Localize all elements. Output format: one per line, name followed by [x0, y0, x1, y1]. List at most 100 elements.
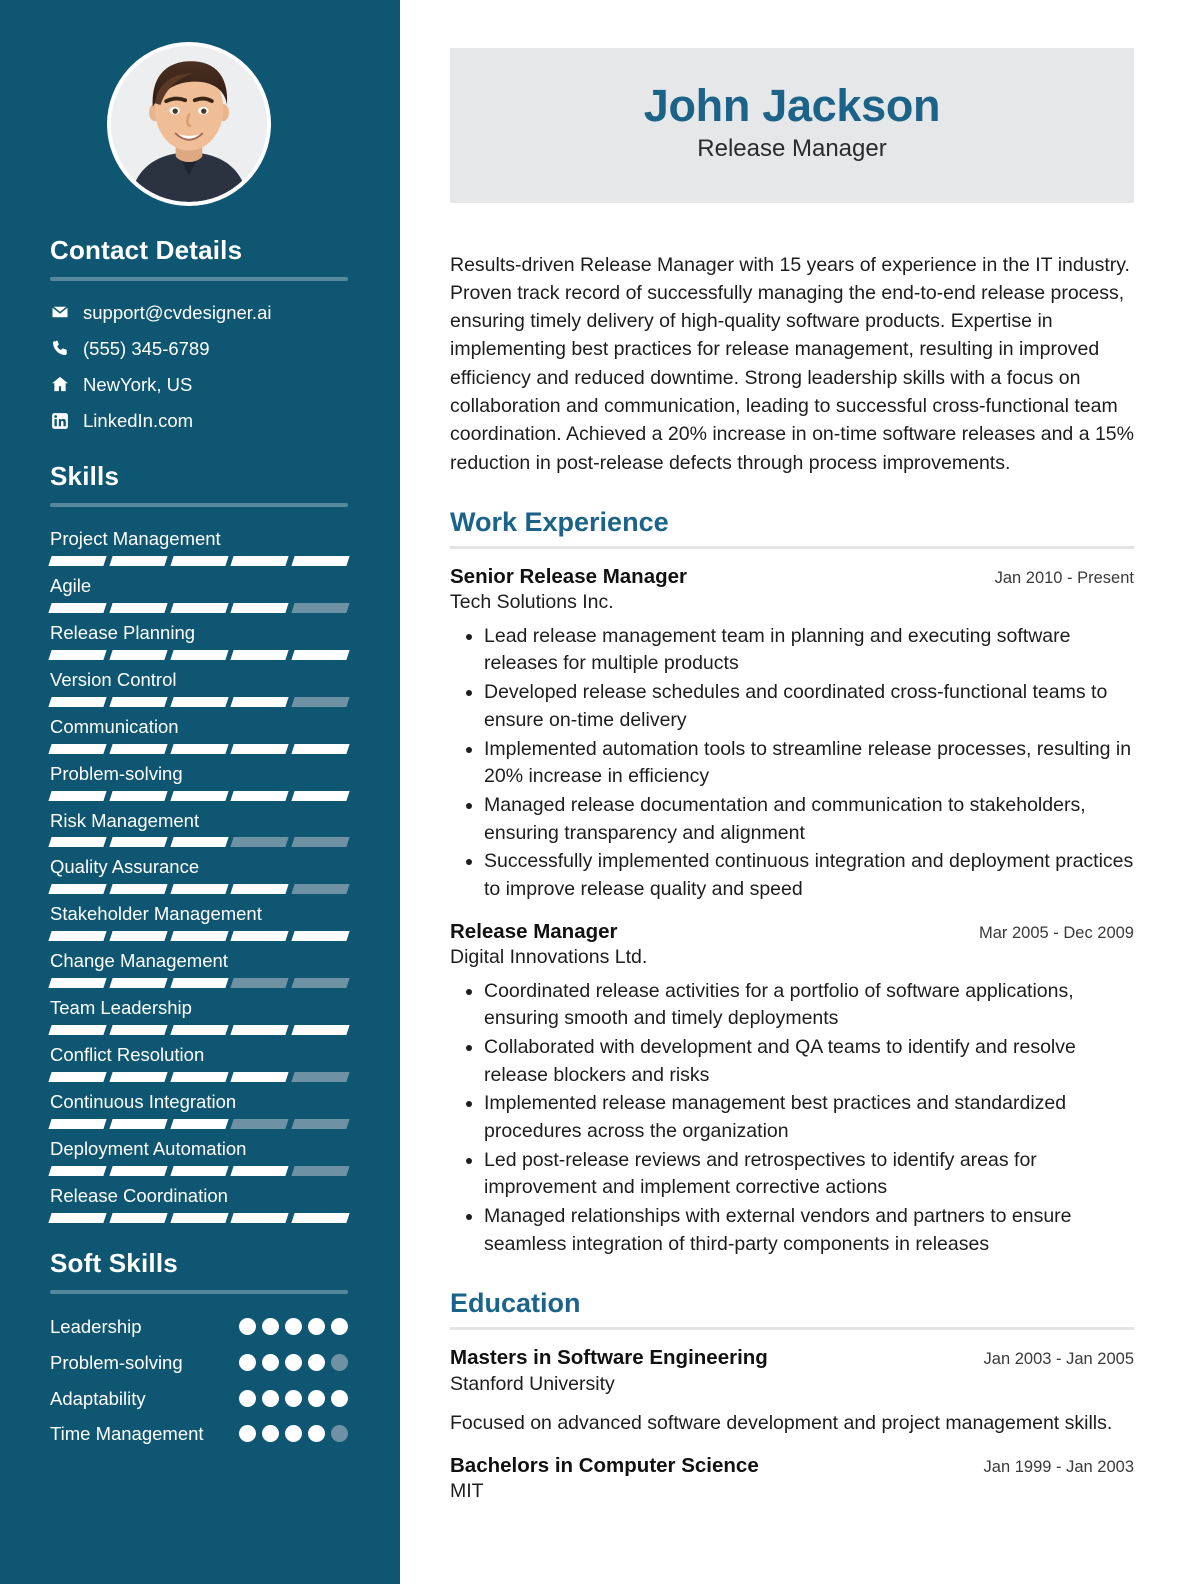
skill-bar-segment	[109, 555, 168, 566]
skill-bar-segment	[109, 1166, 168, 1177]
skill-bar-segment	[169, 978, 229, 989]
work-entry-bullets: Lead release management team in planning…	[450, 623, 1134, 904]
rating-dot	[239, 1389, 256, 1407]
rating-dot	[308, 1353, 325, 1371]
skill-bar-segment	[48, 555, 107, 566]
skill-bar-segment	[169, 1119, 229, 1130]
skill-bar-segment	[169, 884, 229, 895]
skill-bar-segment	[169, 1072, 229, 1083]
work-entry-role: Release Manager	[450, 919, 618, 943]
list-item: Coordinated release activities for a por…	[484, 978, 1134, 1033]
work-entry-header: Release Manager Mar 2005 - Dec 2009	[450, 920, 1134, 945]
work-entry-date: Mar 2005 - Dec 2009	[978, 923, 1134, 942]
rating-dot	[331, 1389, 348, 1407]
skill-label: Release Coordination	[50, 1185, 228, 1207]
contact-item-linkedin[interactable]: LinkedIn.com	[50, 409, 348, 432]
phone-icon	[50, 338, 70, 358]
skill-bar-segment	[230, 1072, 289, 1083]
skill-label: Version Control	[50, 668, 177, 690]
work-entry-header: Senior Release Manager Jan 2010 - Present	[450, 565, 1134, 590]
education-entry-date: Jan 1999 - Jan 2003	[983, 1457, 1134, 1476]
skill-bar-segment	[109, 931, 168, 942]
skill-item: Quality Assurance	[48, 855, 350, 895]
resume-page: Contact Details support@cvdesigner.ai (5…	[0, 0, 1200, 1584]
skills-divider	[50, 502, 348, 507]
skill-bar-segment	[109, 1072, 168, 1083]
skills-list: Project Management Agile Release Planning V…	[48, 527, 350, 1224]
education-entry-school: MIT	[450, 1480, 484, 1503]
work-entry-role: Senior Release Manager	[450, 564, 687, 588]
skill-bar-segment	[48, 978, 107, 989]
skill-bar-segment	[48, 743, 107, 754]
rating-dot	[239, 1317, 256, 1335]
rating-dot	[262, 1425, 279, 1443]
rating-dot	[262, 1317, 279, 1335]
list-item: Managed relationships with external vend…	[484, 1203, 1134, 1258]
soft-skill-rating	[239, 1386, 348, 1407]
skill-bar-segment	[230, 602, 289, 613]
list-item: Collaborated with development and QA tea…	[484, 1034, 1134, 1089]
work-entry-date: Jan 2010 - Present	[994, 568, 1134, 587]
skill-bar-segment	[230, 884, 289, 895]
skill-item: Release Planning	[48, 621, 350, 660]
contact-details-section: Contact Details support@cvdesigner.ai (5…	[50, 236, 348, 432]
contact-divider	[50, 276, 348, 281]
skill-bar-segment	[169, 743, 229, 754]
list-item: Developed release schedules and coordina…	[484, 679, 1134, 734]
envelope-icon	[50, 302, 70, 322]
list-item: Successfully implemented continuous inte…	[484, 848, 1134, 903]
skill-item: Continuous Integration	[48, 1090, 350, 1130]
skill-level-bar	[48, 1213, 350, 1224]
home-icon	[50, 374, 70, 394]
skill-label: Agile	[50, 574, 92, 596]
contact-list: support@cvdesigner.ai (555) 345-6789 New…	[50, 301, 348, 433]
skill-bar-segment	[291, 696, 350, 707]
soft-skills-heading: Soft Skills	[50, 1248, 178, 1279]
job-title: Release Manager	[697, 135, 887, 163]
skill-item: Stakeholder Management	[48, 902, 350, 942]
soft-skill-item: Problem-solving	[50, 1350, 348, 1376]
soft-skills-list: Leadership Problem-solving Adaptability Tim…	[50, 1314, 348, 1448]
skill-bar-segment	[48, 602, 107, 613]
work-entry: Release Manager Mar 2005 - Dec 2009 Digita…	[450, 920, 1134, 1259]
education-entry: Masters in Software Engineering Jan 2003 …	[450, 1346, 1134, 1437]
education-entry-school: Stanford University	[450, 1373, 615, 1396]
skill-bar-segment	[169, 790, 229, 801]
contact-item-phone[interactable]: (555) 345-6789	[50, 337, 348, 360]
education-divider	[450, 1327, 1134, 1331]
skill-bar-segment	[291, 1072, 350, 1083]
education-entry-description: Focused on advanced software development…	[450, 1412, 1113, 1435]
work-entry-company: Digital Innovations Ltd.	[450, 946, 648, 969]
skill-bar-segment	[169, 837, 229, 848]
work-experience-heading: Work Experience	[450, 506, 669, 537]
list-item: Implemented release management best prac…	[484, 1090, 1134, 1145]
skill-bar-segment	[230, 931, 289, 942]
skill-level-bar	[48, 555, 350, 566]
list-item: Managed release documentation and commun…	[484, 792, 1134, 847]
skill-bar-segment	[291, 743, 350, 754]
skill-bar-segment	[291, 649, 350, 660]
skill-bar-segment	[230, 1213, 289, 1224]
skill-bar-segment	[291, 1025, 350, 1036]
skill-item: Risk Management	[48, 809, 350, 848]
skill-label: Deployment Automation	[50, 1138, 247, 1160]
rating-dot	[285, 1425, 302, 1443]
skill-label: Change Management	[50, 950, 228, 972]
skill-bar-segment	[109, 602, 168, 613]
skill-label: Project Management	[50, 527, 221, 549]
skill-bar-segment	[169, 1166, 229, 1177]
skill-bar-segment	[230, 978, 289, 989]
skill-bar-segment	[109, 743, 168, 754]
contact-phone-text: (555) 345-6789	[83, 337, 210, 359]
soft-skills-section: Soft Skills Leadership Problem-solving Ada…	[50, 1249, 348, 1447]
skill-item: Version Control	[48, 668, 350, 707]
skill-bar-segment	[230, 743, 289, 754]
contact-email-text: support@cvdesigner.ai	[83, 301, 272, 323]
skill-bar-segment	[291, 1166, 350, 1177]
contact-item-location[interactable]: NewYork, US	[50, 373, 348, 396]
contact-item-email[interactable]: support@cvdesigner.ai	[50, 301, 348, 324]
education-section: Education Masters in Software Engineerin…	[450, 1288, 1134, 1504]
skill-bar-segment	[169, 649, 229, 660]
skill-level-bar	[48, 1072, 350, 1083]
skill-item: Release Coordination	[48, 1184, 350, 1224]
